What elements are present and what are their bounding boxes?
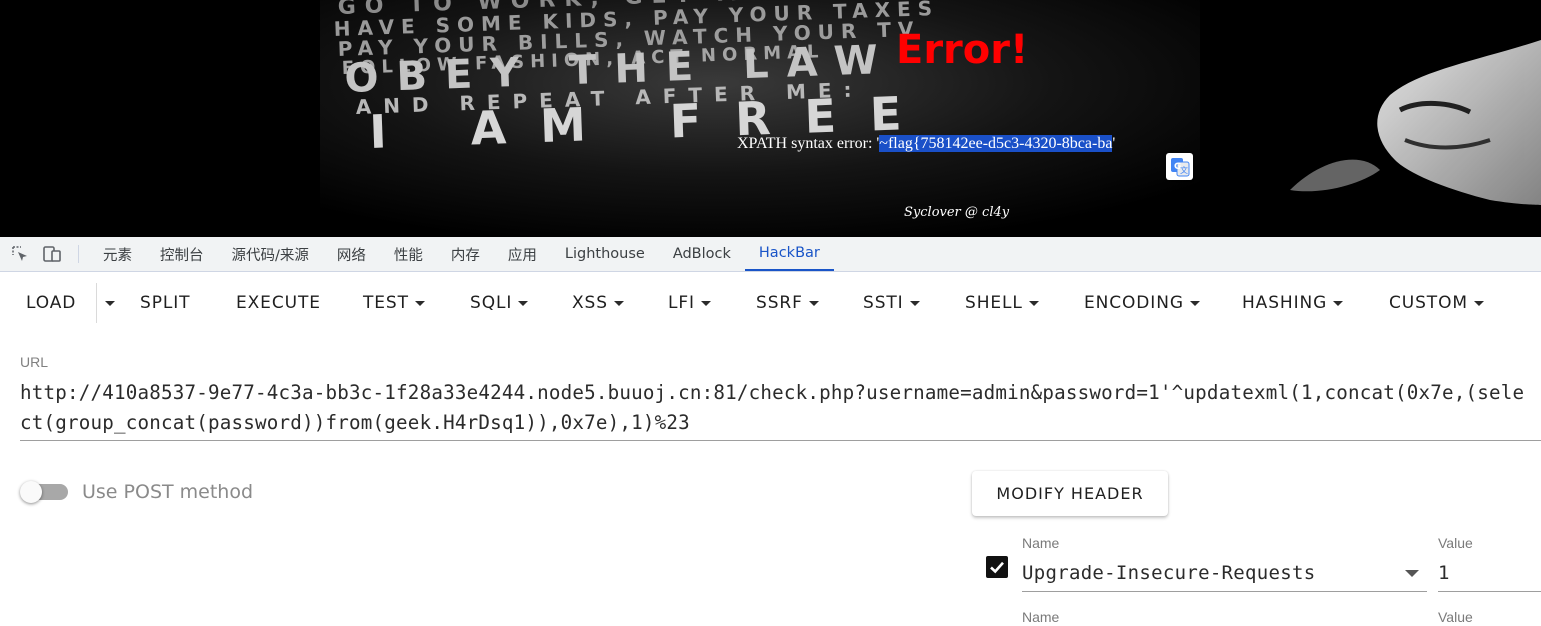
chevron-down-icon	[1028, 300, 1039, 306]
encoding-label: ENCODING	[1084, 293, 1184, 313]
load-dropdown-button[interactable]	[99, 281, 115, 325]
encoding-menu-button[interactable]: ENCODING	[1084, 281, 1200, 325]
url-input[interactable]: http://410a8537-9e77-4c3a-bb3c-1f28a33e4…	[20, 378, 1530, 438]
chevron-down-icon	[909, 300, 920, 306]
tab-elements[interactable]: 元素	[89, 237, 146, 271]
execute-button[interactable]: EXECUTE	[236, 281, 321, 325]
ssti-menu-button[interactable]: SSTI	[863, 281, 920, 325]
signature-text: Syclover @ cl4y	[904, 205, 1010, 220]
xpath-error-message[interactable]: XPATH syntax error: '~flag{758142ee-d5c3…	[737, 134, 1115, 154]
test-menu-button[interactable]: TEST	[363, 281, 425, 325]
header-name-label: Name	[1022, 535, 1060, 551]
header-value-label: Value	[1438, 609, 1473, 625]
header-name-underline	[1022, 591, 1427, 592]
chevron-down-icon	[518, 300, 529, 306]
header-value-underline	[1438, 591, 1541, 592]
inspect-glyph	[12, 246, 27, 261]
tabbar-divider	[78, 245, 79, 263]
translate-glyph: G 文	[1170, 157, 1189, 176]
device-glyph	[43, 246, 61, 262]
custom-label: CUSTOM	[1389, 293, 1468, 313]
shell-label: SHELL	[965, 293, 1023, 313]
tab-application[interactable]: 应用	[494, 237, 551, 271]
inspect-element-icon[interactable]	[8, 237, 32, 271]
tab-hackbar[interactable]: HackBar	[744, 237, 834, 271]
header-value-label: Value	[1438, 535, 1473, 551]
tab-memory[interactable]: 内存	[437, 237, 494, 271]
shell-menu-button[interactable]: SHELL	[965, 281, 1039, 325]
load-button[interactable]: LOAD	[26, 281, 76, 325]
tab-network[interactable]: 网络	[323, 237, 380, 271]
split-button[interactable]: SPLIT	[140, 281, 190, 325]
hashing-label: HASHING	[1242, 293, 1328, 313]
hashing-menu-button[interactable]: HASHING	[1242, 281, 1344, 325]
xpath-suffix: '	[1112, 135, 1116, 152]
check-icon	[990, 561, 1004, 574]
tab-console[interactable]: 控制台	[146, 237, 218, 271]
load-divider	[96, 283, 97, 323]
mask-figure	[1290, 40, 1541, 205]
error-title: Error!	[896, 27, 1029, 73]
background-poster: GO TO WORK, GET MARRIED HAVE SOME KIDS, …	[320, 0, 1541, 237]
hackbar-toolbar: LOAD SPLIT EXECUTE TEST SQLI XSS LFI SSR…	[0, 281, 1541, 325]
chevron-down-icon	[808, 300, 819, 306]
post-method-toggle[interactable]	[20, 481, 68, 503]
chevron-down-icon	[700, 300, 711, 306]
header-value-input[interactable]: 1	[1438, 562, 1449, 584]
sqli-menu-button[interactable]: SQLI	[470, 281, 529, 325]
xpath-prefix: XPATH syntax error: '	[737, 135, 880, 152]
chevron-down-icon	[1473, 300, 1484, 306]
header-name-label: Name	[1022, 609, 1060, 625]
chevron-down-icon	[613, 300, 624, 306]
tab-sources[interactable]: 源代码/来源	[218, 237, 323, 271]
tab-adblock[interactable]: AdBlock	[659, 237, 745, 271]
device-toolbar-icon[interactable]	[40, 237, 64, 271]
url-underline	[20, 440, 1541, 441]
custom-menu-button[interactable]: CUSTOM	[1389, 281, 1484, 325]
lfi-menu-button[interactable]: LFI	[668, 281, 711, 325]
selected-flag-text[interactable]: ~flag{758142ee-d5c3-4320-8bca-ba	[879, 135, 1113, 152]
xss-menu-button[interactable]: XSS	[572, 281, 624, 325]
header-enabled-checkbox[interactable]	[986, 556, 1008, 578]
chevron-down-icon	[414, 300, 425, 306]
header-name-select[interactable]: Upgrade-Insecure-Requests	[1022, 562, 1315, 584]
ssrf-label: SSRF	[756, 293, 803, 313]
chevron-down-icon[interactable]	[1405, 570, 1419, 577]
url-label: URL	[20, 354, 49, 370]
devtools-tabbar: 元素 控制台 源代码/来源 网络 性能 内存 应用 Lighthouse AdB…	[0, 237, 1541, 272]
ssrf-menu-button[interactable]: SSRF	[756, 281, 819, 325]
google-translate-icon[interactable]: G 文	[1166, 153, 1193, 180]
toggle-thumb	[20, 481, 42, 503]
test-label: TEST	[363, 293, 409, 313]
chevron-down-icon	[105, 300, 115, 306]
tab-lighthouse[interactable]: Lighthouse	[551, 237, 659, 271]
xss-label: XSS	[572, 293, 608, 313]
svg-text:文: 文	[1180, 165, 1188, 175]
sqli-label: SQLI	[470, 293, 513, 313]
ssti-label: SSTI	[863, 293, 904, 313]
chevron-down-icon	[1189, 300, 1200, 306]
post-method-label: Use POST method	[82, 481, 254, 503]
tab-performance[interactable]: 性能	[380, 237, 437, 271]
modify-header-button[interactable]: MODIFY HEADER	[972, 471, 1168, 516]
lfi-label: LFI	[668, 293, 695, 313]
page-viewport: GO TO WORK, GET MARRIED HAVE SOME KIDS, …	[0, 0, 1541, 237]
chevron-down-icon	[1333, 300, 1344, 306]
